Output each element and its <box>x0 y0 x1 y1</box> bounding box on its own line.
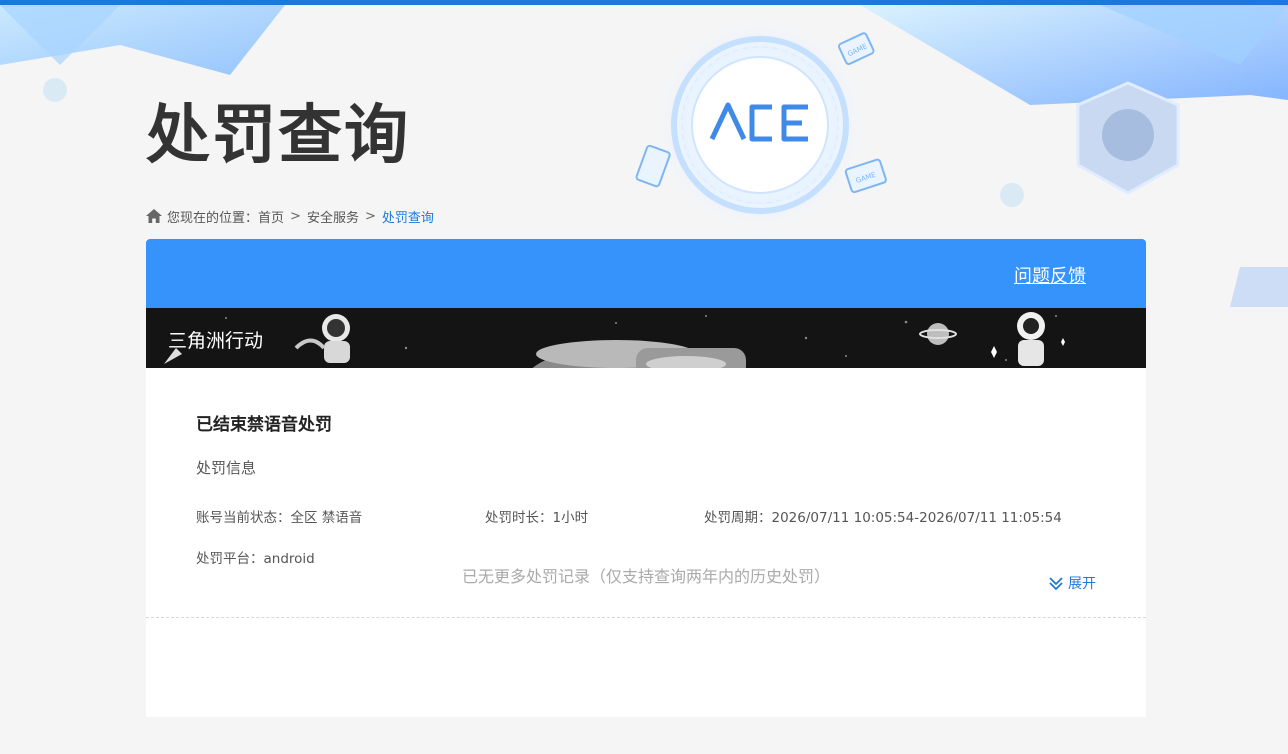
game-banner: 三角洲行动 <box>146 308 1146 368</box>
penalty-period: 处罚周期：2026/07/11 10:05:54-2026/07/11 11:0… <box>704 510 1062 526</box>
breadcrumb-prefix: 您现在的位置： <box>167 210 259 226</box>
breadcrumb-separator: > <box>290 208 301 224</box>
penalty-card: 问题反馈 三角洲行动 已结束禁语音处罚 处罚信息 账号当前状态：全区 禁语音 处… <box>146 239 1146 717</box>
game-banner-art <box>164 312 1065 368</box>
breadcrumb-current: 处罚查询 <box>381 210 434 226</box>
home-icon <box>146 209 162 223</box>
card-header: 问题反馈 <box>146 239 1146 308</box>
account-status: 账号当前状态：全区 禁语音 <box>196 510 363 526</box>
penalty-duration: 处罚时长：1小时 <box>485 510 589 526</box>
breadcrumb-separator: > <box>364 208 376 224</box>
record-title: 已结束禁语音处罚 <box>196 415 332 435</box>
no-more-records-note: 已无更多处罚记录（仅支持查询两年内的历史处罚） <box>461 567 830 586</box>
breadcrumb-home[interactable]: 首页 <box>258 207 284 226</box>
page-title: 处罚查询 <box>146 99 410 173</box>
record-section-label: 处罚信息 <box>196 459 257 477</box>
breadcrumb-security-service[interactable]: 安全服务 <box>307 207 359 226</box>
breadcrumb: 您现在的位置： 首页 > 安全服务 > 处罚查询 <box>146 206 434 226</box>
feedback-link[interactable]: 问题反馈 <box>1014 262 1086 288</box>
game-name: 三角洲行动 <box>168 330 264 352</box>
